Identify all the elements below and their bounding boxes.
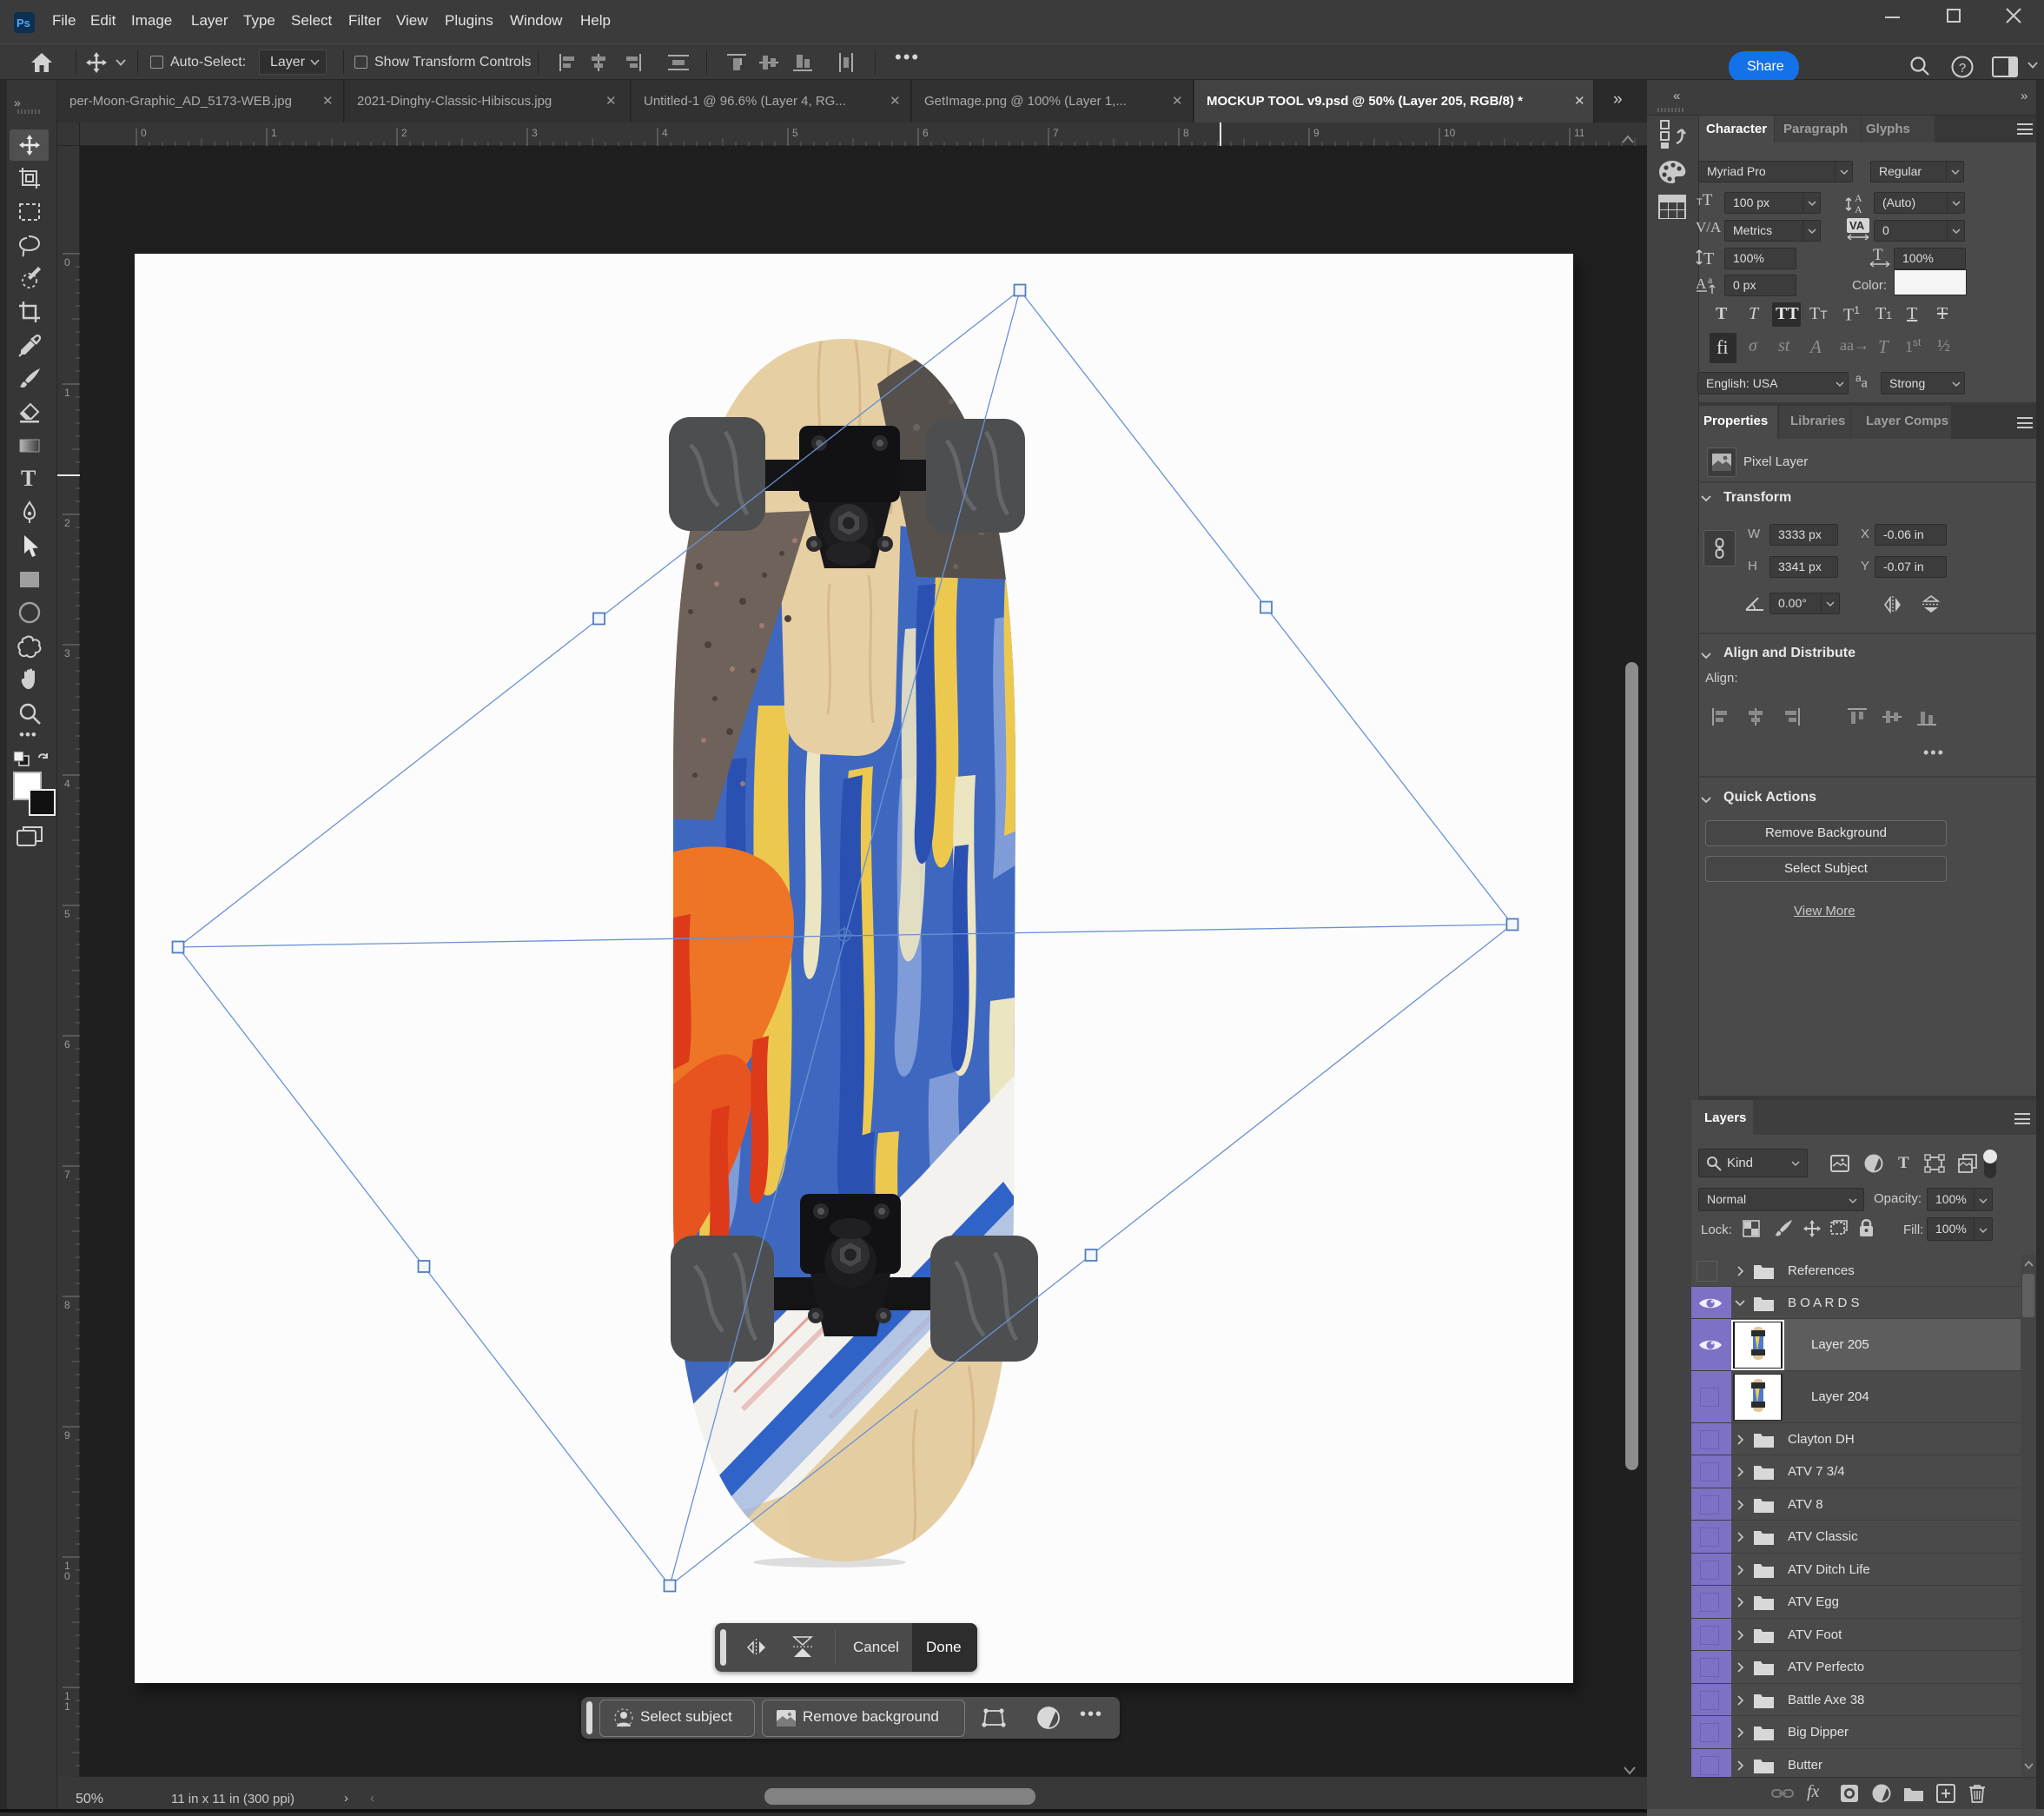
svg-text:a: a bbox=[1708, 274, 1713, 286]
svg-text:T: T bbox=[1703, 249, 1714, 268]
svg-text:A: A bbox=[1855, 192, 1862, 204]
svg-text:A: A bbox=[1855, 203, 1862, 215]
svg-text:T: T bbox=[1873, 246, 1883, 264]
svg-text:?: ? bbox=[1959, 61, 1966, 76]
svg-text:A: A bbox=[1696, 275, 1707, 292]
